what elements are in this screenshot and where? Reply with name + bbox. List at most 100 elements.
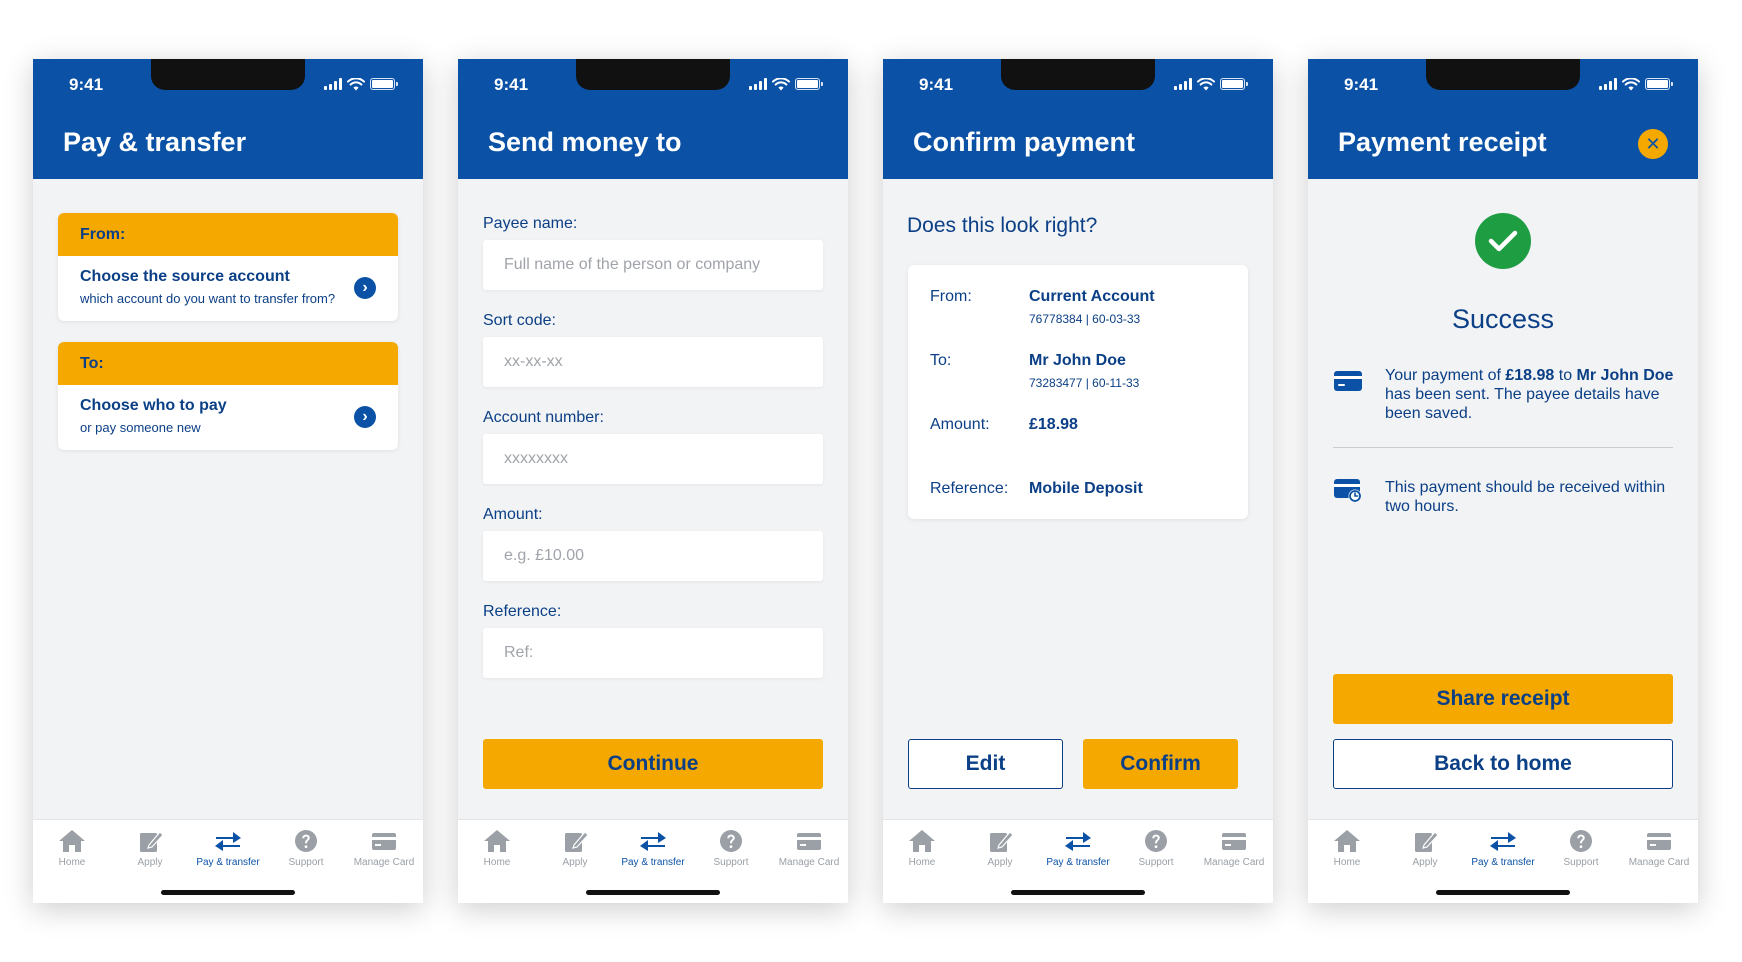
close-icon[interactable]: ✕ (1638, 129, 1668, 159)
signal-icon (749, 78, 767, 90)
home-icon (1332, 828, 1362, 854)
tab-bar: Home Apply Pay & transfer Support Manage… (1308, 819, 1698, 903)
home-indicator[interactable] (586, 890, 720, 895)
tab-label: Manage Card (1628, 857, 1690, 868)
tab-bar: Home Apply Pay & transfer Support Manage… (883, 819, 1273, 903)
tab-support[interactable]: Support (1117, 828, 1195, 868)
help-icon (1141, 828, 1171, 854)
home-indicator[interactable] (1436, 890, 1570, 895)
app-header: 9:41 Payment receipt ✕ (1308, 59, 1698, 179)
tab-apply[interactable]: Apply (536, 828, 614, 868)
wifi-icon (347, 77, 365, 90)
help-icon (291, 828, 321, 854)
tab-pay-transfer[interactable]: Pay & transfer (614, 828, 692, 868)
tab-support[interactable]: Support (267, 828, 345, 868)
transfer-icon (638, 828, 668, 854)
tab-home[interactable]: Home (458, 828, 536, 868)
tab-support[interactable]: Support (692, 828, 770, 868)
battery-icon (370, 78, 398, 90)
confirm-question: Does this look right? (907, 214, 1098, 237)
chevron-right-icon[interactable]: › (354, 406, 376, 428)
payment-sent-message: Your payment of £18.98 to Mr John Doe ha… (1385, 367, 1674, 422)
battery-icon (1220, 78, 1248, 90)
edit-button[interactable]: Edit (908, 739, 1063, 789)
tab-label: Apply (562, 857, 588, 868)
home-indicator[interactable] (161, 890, 295, 895)
tab-support[interactable]: Support (1542, 828, 1620, 868)
edit-icon (560, 828, 590, 854)
tab-pay-transfer[interactable]: Pay & transfer (189, 828, 267, 868)
card-icon (1334, 371, 1362, 391)
battery-icon (1645, 78, 1673, 90)
app-header: 9:41 Confirm payment (883, 59, 1273, 179)
confirm-button[interactable]: Confirm (1083, 739, 1238, 789)
share-receipt-button[interactable]: Share receipt (1333, 674, 1673, 724)
tab-home[interactable]: Home (33, 828, 111, 868)
tab-apply[interactable]: Apply (1386, 828, 1464, 868)
tab-home[interactable]: Home (883, 828, 961, 868)
tab-manage-card[interactable]: Manage Card (1195, 828, 1273, 868)
to-payee-card[interactable]: To: Choose who to pay or pay someone new… (58, 342, 398, 450)
confirm-payment-screen: 9:41 Confirm payment Does this look righ… (883, 59, 1273, 903)
wifi-icon (1197, 77, 1215, 90)
to-value: Mr John Doe (1029, 352, 1126, 369)
tab-label: Support (288, 857, 324, 868)
reference-input[interactable] (483, 628, 823, 678)
tab-label: Apply (1412, 857, 1438, 868)
device-notch (1426, 59, 1580, 90)
to-title: Choose who to pay (80, 397, 227, 414)
to-label: To: (930, 352, 952, 369)
from-account-card[interactable]: From: Choose the source account which ac… (58, 213, 398, 321)
device-notch (576, 59, 730, 90)
card-icon (1644, 828, 1674, 854)
chevron-right-icon[interactable]: › (354, 277, 376, 299)
tab-label: Apply (137, 857, 163, 868)
home-indicator[interactable] (1011, 890, 1145, 895)
amount-value: £18.98 (1029, 416, 1078, 433)
payee-name-input[interactable] (483, 240, 823, 290)
tab-manage-card[interactable]: Manage Card (1620, 828, 1698, 868)
amount-label: Amount: (930, 416, 990, 433)
status-time: 9:41 (494, 75, 529, 94)
success-check-icon (1475, 213, 1531, 269)
tab-home[interactable]: Home (1308, 828, 1386, 868)
to-header: To: (58, 342, 398, 385)
status-icons (324, 77, 398, 91)
page-title: Payment receipt (1338, 127, 1547, 157)
tab-apply[interactable]: Apply (961, 828, 1039, 868)
card-icon (794, 828, 824, 854)
tab-label: Support (1563, 857, 1599, 868)
transfer-icon (213, 828, 243, 854)
from-header: From: (58, 213, 398, 256)
sort-code-input[interactable] (483, 337, 823, 387)
account-number-input[interactable] (483, 434, 823, 484)
edit-icon (985, 828, 1015, 854)
to-payee-selector[interactable]: Choose who to pay or pay someone new › (58, 385, 398, 450)
account-number-label: Account number: (483, 409, 604, 426)
continue-button[interactable]: Continue (483, 739, 823, 789)
wifi-icon (772, 77, 790, 90)
tab-pay-transfer[interactable]: Pay & transfer (1039, 828, 1117, 868)
tab-bar: Home Apply Pay & transfer Support Manage… (33, 819, 423, 903)
tab-label: Manage Card (353, 857, 415, 868)
from-account-selector[interactable]: Choose the source account which account … (58, 256, 398, 321)
status-icons (1599, 77, 1673, 91)
back-to-home-button[interactable]: Back to home (1333, 739, 1673, 789)
status-icons (1174, 77, 1248, 91)
to-account-details: 73283477 | 60-11-33 (1029, 376, 1140, 390)
amount-input[interactable] (483, 531, 823, 581)
reference-value: Mobile Deposit (1029, 480, 1143, 497)
tab-label: Apply (987, 857, 1013, 868)
home-icon (482, 828, 512, 854)
send-money-screen: 9:41 Send money to Payee name: Sort code… (458, 59, 848, 903)
help-icon (1566, 828, 1596, 854)
tab-manage-card[interactable]: Manage Card (345, 828, 423, 868)
tab-apply[interactable]: Apply (111, 828, 189, 868)
tab-manage-card[interactable]: Manage Card (770, 828, 848, 868)
transfer-icon (1063, 828, 1093, 854)
tab-pay-transfer[interactable]: Pay & transfer (1464, 828, 1542, 868)
sort-code-label: Sort code: (483, 312, 556, 329)
status-time: 9:41 (69, 75, 104, 94)
amount-label: Amount: (483, 506, 543, 523)
payee-name-label: Payee name: (483, 215, 578, 232)
